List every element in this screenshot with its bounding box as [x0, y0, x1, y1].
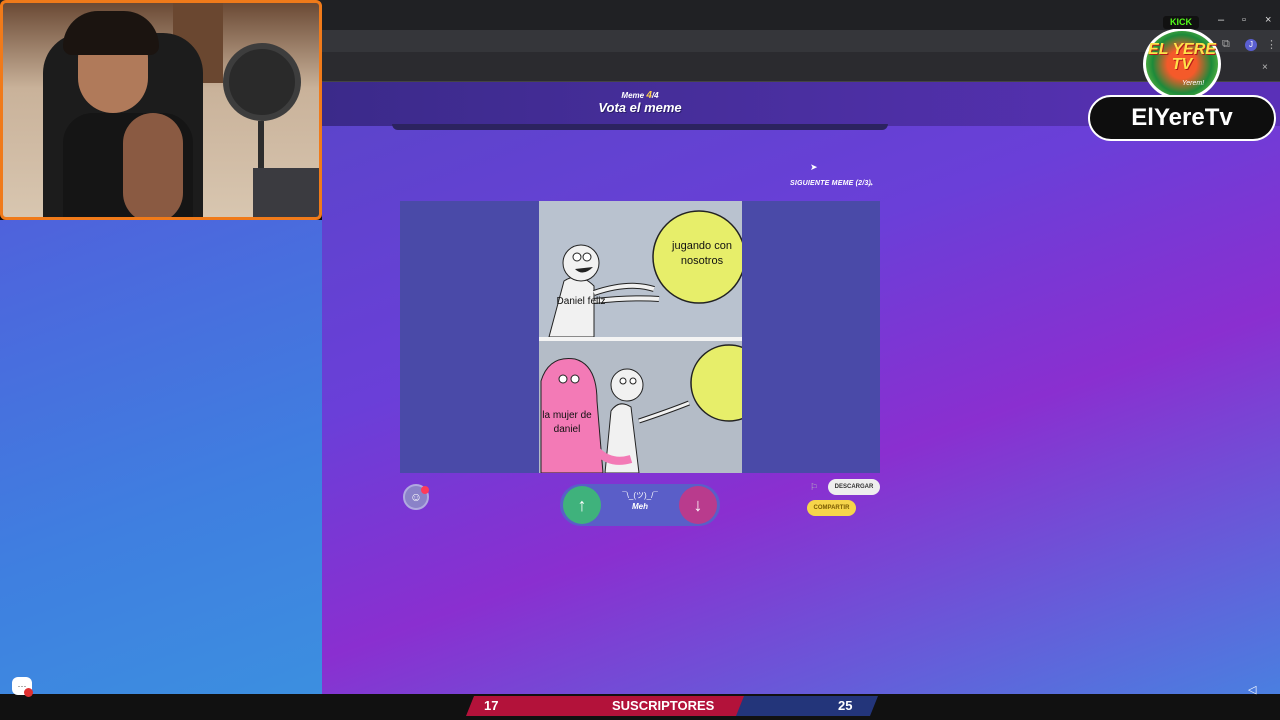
header-underline: [392, 124, 888, 130]
vote-up-button[interactable]: ↑: [563, 486, 601, 524]
kick-badge: KICK: [1163, 16, 1199, 29]
meme-counter-prefix: Meme: [621, 91, 645, 100]
webcam-person-hair: [63, 11, 159, 55]
subs-label: SUSCRIPTORES: [612, 698, 715, 713]
channel-name-badge: ElYereTv: [1088, 95, 1276, 141]
volume-icon[interactable]: ◁: [1248, 683, 1256, 696]
minimize-icon[interactable]: –: [1218, 14, 1224, 26]
meme-caption-bottom-label: la mujer de daniel: [542, 410, 592, 435]
subs-bar-right: [736, 696, 878, 716]
subs-left-count: 17: [484, 698, 499, 713]
meh-emoticon[interactable]: ¯\_(ツ)_/¯: [608, 490, 672, 501]
meme-image: jugando con nosotros Daniel feliz la muj…: [539, 201, 742, 473]
download-button[interactable]: DESCARGAR: [828, 479, 880, 495]
next-meme-link[interactable]: SIGUIENTE MEME (2/3): [790, 180, 871, 187]
meme-caption-top-bubble: jugando con nosotros: [672, 240, 732, 268]
meh-button[interactable]: Meh: [608, 502, 672, 511]
chat-notification-dot: [24, 688, 33, 697]
vote-down-button[interactable]: ↓: [679, 486, 717, 524]
webcam-fan: [223, 43, 301, 121]
webcam-desk: [253, 168, 319, 217]
maximize-icon[interactable]: ▫: [1242, 14, 1246, 26]
meme-panel-bottom: [539, 341, 742, 473]
browser-menu-icon[interactable]: ⋮: [1266, 38, 1277, 51]
emoji-notification-dot: [421, 486, 429, 494]
meme-bottom-drawing: [540, 344, 742, 473]
profile-avatar[interactable]: J: [1245, 39, 1257, 51]
channel-logo-text: EL YERE TV: [1148, 41, 1216, 73]
meme-caption-top-label: Daniel feliz: [556, 296, 606, 307]
share-button[interactable]: COMPARTIR: [807, 500, 856, 516]
webcam-person-arm: [123, 113, 183, 217]
webcam-overlay: [0, 0, 322, 220]
channel-logo-subtext: Yerem!: [1182, 80, 1205, 87]
extensions-icon[interactable]: ⧉: [1222, 38, 1230, 51]
subs-right-count: 25: [838, 698, 853, 713]
page-background-left: [0, 220, 322, 694]
browser-toolbar: [322, 52, 1280, 82]
mouse-cursor-icon: ➤: [810, 162, 818, 172]
meme-counter-total: /4: [651, 91, 659, 100]
page-title: Vota el meme: [598, 100, 682, 115]
flag-icon[interactable]: ⚐: [810, 482, 818, 493]
browser-tabstrip: [322, 30, 1280, 52]
close-tab-icon[interactable]: ×: [1262, 62, 1268, 73]
close-window-icon[interactable]: ×: [1265, 14, 1271, 26]
arrow-right-icon[interactable]: →: [864, 177, 875, 189]
